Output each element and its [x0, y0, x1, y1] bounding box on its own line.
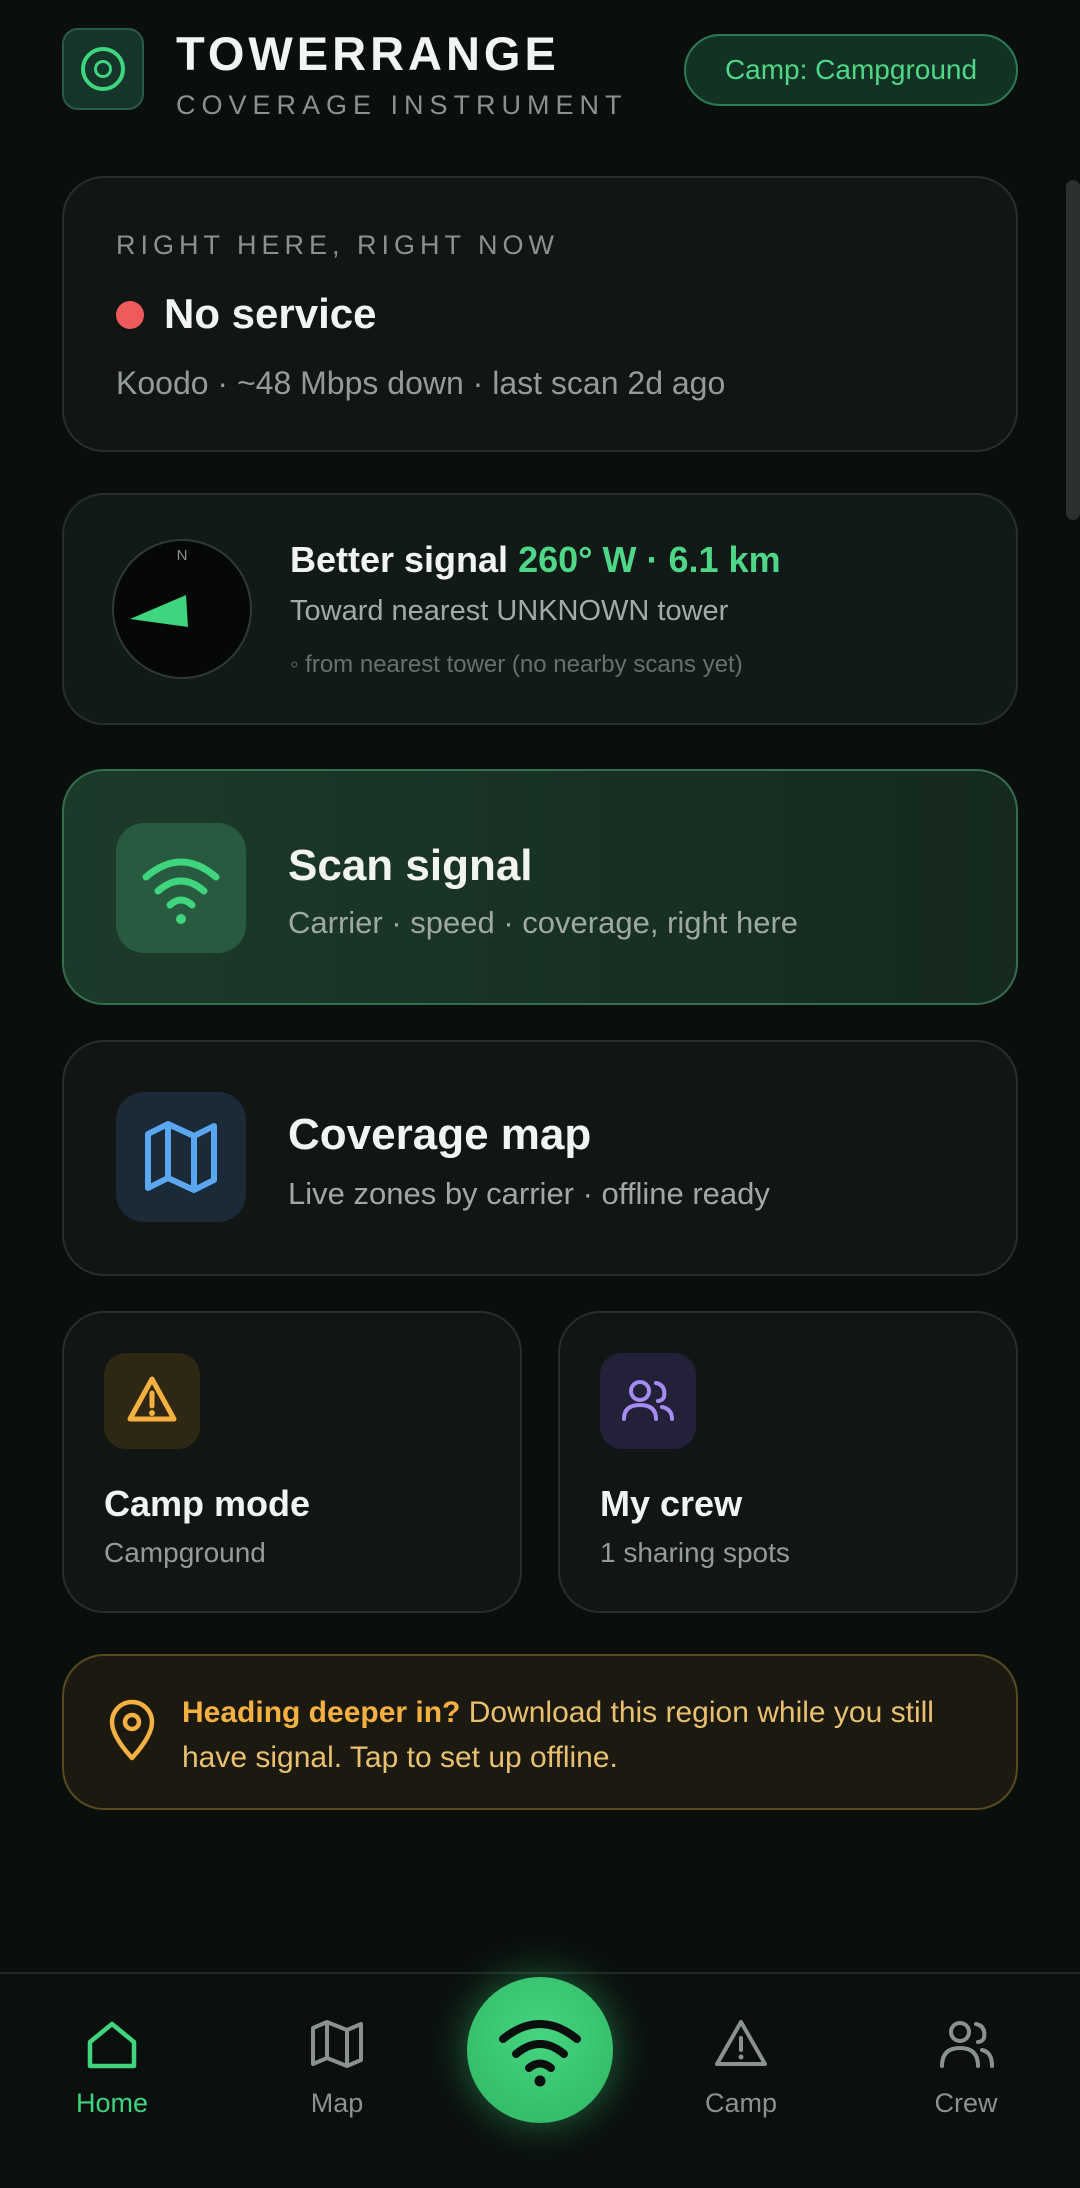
scan-signal-button[interactable]: Scan signal Carrier · speed · coverage, … — [62, 769, 1018, 1005]
nav-tab-map[interactable]: Map — [247, 1974, 427, 2188]
my-crew-subtitle: 1 sharing spots — [600, 1537, 790, 1568]
camp-mode-subtitle: Campground — [104, 1537, 266, 1568]
app-logo — [62, 28, 144, 110]
better-signal-note: ◦ from nearest tower (no nearby scans ye… — [290, 651, 743, 678]
coverage-map-button[interactable]: Coverage map Live zones by carrier · off… — [62, 1040, 1018, 1276]
better-signal-bearing: 260° W · 6.1 km — [518, 539, 781, 580]
status-card: RIGHT HERE, RIGHT NOW No service Koodo ·… — [62, 176, 1018, 452]
my-crew-title: My crew — [600, 1483, 743, 1524]
users-icon — [622, 1380, 674, 1421]
scan-fab-button[interactable] — [467, 1977, 613, 2123]
camp-mode-button[interactable]: Camp mode Campground — [62, 1311, 522, 1613]
wifi-icon — [142, 858, 220, 924]
offline-banner-text: Heading deeper in? Download this region … — [182, 1690, 982, 1780]
better-signal-title: Better signal 260° W · 6.1 km — [290, 539, 781, 581]
home-icon — [87, 2021, 137, 2069]
nav-camp-label: Camp — [704, 2088, 778, 2118]
scrollbar[interactable] — [1066, 180, 1080, 520]
direction-arrow-icon — [130, 595, 188, 627]
my-crew-button[interactable]: My crew 1 sharing spots — [558, 1311, 1018, 1613]
camp-mode-title: Camp mode — [104, 1483, 311, 1524]
offline-download-banner[interactable]: Heading deeper in? Download this region … — [62, 1654, 1018, 1810]
target-icon-center — [94, 60, 112, 78]
map-icon — [145, 1121, 217, 1193]
location-pin-icon — [109, 1699, 155, 1761]
camp-pill-button[interactable]: Camp: Campground — [684, 34, 1018, 106]
nav-crew-label: Crew — [934, 2088, 998, 2118]
compass-icon: N — [112, 539, 252, 679]
scan-signal-subtitle: Carrier · speed · coverage, right here — [288, 905, 799, 940]
map-icon — [311, 2020, 363, 2068]
coverage-map-subtitle: Live zones by carrier · offline ready — [288, 1176, 770, 1211]
app-subtitle: COVERAGE INSTRUMENT — [176, 90, 628, 120]
nav-map-label: Map — [310, 2088, 364, 2118]
status-detail: Koodo · ~48 Mbps down · last scan 2d ago — [116, 365, 726, 401]
map-icon-tile — [116, 1092, 246, 1222]
nav-tab-crew[interactable]: Crew — [876, 1974, 1056, 2188]
better-signal-label: Better signal — [290, 539, 509, 580]
app-title: TOWERRANGE — [176, 27, 560, 80]
nav-tab-home[interactable]: Home — [22, 1974, 202, 2188]
status-eyebrow: RIGHT HERE, RIGHT NOW — [116, 230, 560, 260]
wifi-icon-tile — [116, 823, 246, 953]
offline-banner-heading: Heading deeper in? — [182, 1696, 461, 1729]
warning-icon — [715, 2020, 767, 2066]
better-signal-subtitle: Toward nearest UNKNOWN tower — [290, 595, 729, 627]
better-signal-card[interactable]: N Better signal 260° W · 6.1 km Toward n… — [62, 493, 1018, 725]
status-title: No service — [164, 290, 377, 337]
warning-icon — [127, 1376, 177, 1422]
nav-home-label: Home — [75, 2088, 149, 2118]
coverage-map-title: Coverage map — [288, 1110, 592, 1159]
users-icon — [940, 2021, 994, 2068]
scan-signal-title: Scan signal — [288, 841, 533, 890]
nav-tab-camp[interactable]: Camp — [651, 1974, 831, 2188]
wifi-icon — [499, 2020, 581, 2087]
status-indicator-dot — [116, 301, 144, 329]
warning-icon-tile — [104, 1353, 200, 1449]
users-icon-tile — [600, 1353, 696, 1449]
